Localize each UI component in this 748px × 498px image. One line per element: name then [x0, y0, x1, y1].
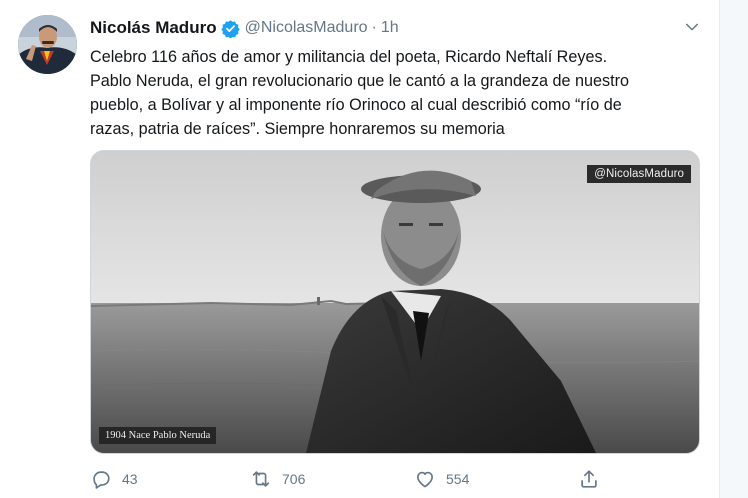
tweet-text-line: Celebro 116 años de amor y militancia de… — [90, 48, 608, 66]
tweet-text: Celebro 116 años de amor y militancia de… — [90, 45, 710, 141]
like-count: 554 — [446, 471, 470, 487]
photo-watermark: @NicolasMaduro — [587, 165, 691, 183]
reply-count: 43 — [122, 471, 138, 487]
photo-image — [91, 151, 699, 453]
tweet-header: Nicolás Maduro @NicolasMaduro · 1h — [90, 17, 399, 39]
photo-caption: 1904 Nace Pablo Neruda — [99, 427, 217, 444]
reply-button[interactable]: 43 — [90, 466, 138, 492]
like-button[interactable]: 554 — [414, 466, 469, 492]
heart-icon — [417, 471, 433, 488]
tweet-text-line: razas, patria de raíces”. Siempre honrar… — [90, 120, 505, 138]
tweet-text-line: pueblo, a Bolívar y al imponente río Ori… — [90, 96, 622, 114]
reply-icon — [93, 471, 110, 489]
tweet-text-line: Pablo Neruda, el gran revolucionario que… — [90, 72, 630, 90]
tweet: Nicolás Maduro @NicolasMaduro · 1h Celeb… — [0, 0, 720, 498]
retweet-button[interactable]: 706 — [250, 466, 305, 492]
share-button[interactable] — [578, 466, 600, 492]
verified-badge-icon — [220, 19, 240, 38]
avatar[interactable] — [18, 15, 77, 74]
chevron-down-icon[interactable] — [683, 18, 701, 36]
timestamp[interactable]: 1h — [381, 19, 399, 37]
retweet-count: 706 — [282, 471, 306, 487]
separator-dot: · — [371, 19, 377, 36]
avatar-image — [18, 15, 77, 74]
share-icon — [581, 470, 597, 488]
tweet-media-photo[interactable]: @NicolasMaduro 1904 Nace Pablo Neruda — [90, 150, 700, 454]
retweet-icon — [252, 471, 270, 487]
display-name[interactable]: Nicolás Maduro — [90, 18, 217, 38]
page-background — [720, 0, 748, 498]
handle[interactable]: @NicolasMaduro — [245, 19, 368, 37]
tweet-actions: 43 706 554 — [90, 466, 610, 492]
